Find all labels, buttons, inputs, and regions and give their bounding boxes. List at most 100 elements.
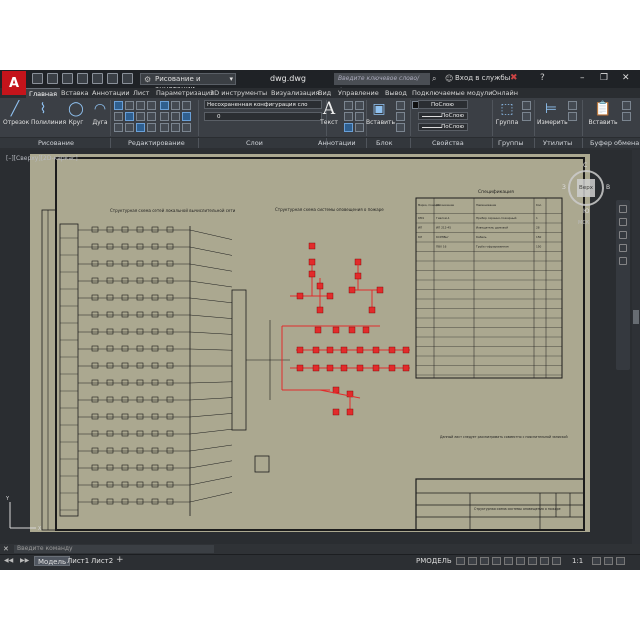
panel-clipboard[interactable]: Буфер обмена	[590, 139, 639, 147]
tab-view[interactable]: Вид	[318, 88, 331, 98]
orbit-icon[interactable]	[619, 244, 627, 252]
ungroup-icon[interactable]	[522, 101, 531, 110]
copy-clip-icon[interactable]	[622, 112, 631, 121]
panel-groups[interactable]: Группы	[498, 139, 524, 147]
osnap-icon[interactable]	[504, 557, 513, 565]
vertical-scrollbar[interactable]	[632, 150, 640, 544]
viewcube-top-face[interactable]: Верх	[577, 179, 595, 197]
close-button[interactable]: ✕	[622, 73, 630, 83]
layer-walk-icon[interactable]	[171, 123, 180, 132]
edit-block-icon[interactable]	[396, 112, 405, 121]
annotation-scale[interactable]: 1:1	[572, 557, 583, 565]
tab-output[interactable]: Вывод	[385, 88, 407, 98]
minimize-button[interactable]: –	[580, 73, 585, 83]
tab-online[interactable]: Онлайн	[492, 88, 518, 98]
layer-freeze-icon[interactable]	[160, 112, 169, 121]
dropdown-icon[interactable]	[355, 112, 364, 121]
group-button[interactable]: ⬚ Группа	[494, 100, 520, 126]
polar-icon[interactable]	[492, 557, 501, 565]
paste-button[interactable]: 📋 Вставить	[588, 100, 618, 126]
full-navigation-wheel-icon[interactable]	[619, 205, 627, 213]
offset-icon[interactable]	[147, 123, 156, 132]
move-icon[interactable]	[114, 101, 123, 110]
attribute-icon[interactable]	[396, 123, 405, 132]
panel-block[interactable]: Блок	[376, 139, 393, 147]
close-icon[interactable]: ✕	[3, 545, 9, 553]
mirror-icon[interactable]	[125, 112, 134, 121]
model-space-toggle[interactable]: РМОДЕЛЬ	[416, 557, 452, 565]
compass-west[interactable]: З	[562, 184, 566, 191]
layer-iso-icon[interactable]	[182, 101, 191, 110]
redo-icon[interactable]	[122, 73, 133, 84]
layer-current-icon[interactable]	[160, 123, 169, 132]
select-all-icon[interactable]	[568, 112, 577, 121]
panel-utilities[interactable]: Утилиты	[543, 139, 572, 147]
quick-select-icon[interactable]	[568, 101, 577, 110]
signin-link[interactable]: Вход в службы	[455, 74, 510, 82]
trim-icon[interactable]	[136, 101, 145, 110]
compass-south[interactable]: Ю	[583, 208, 589, 215]
snap-icon[interactable]	[468, 557, 477, 565]
circle-tool-button[interactable]: ◯ Круг	[64, 100, 88, 126]
tab-3d-tools[interactable]: 3D инструменты	[210, 88, 267, 98]
create-block-icon[interactable]	[396, 101, 405, 110]
annotation-visibility-icon[interactable]	[552, 557, 561, 565]
lineweight-icon[interactable]	[528, 557, 537, 565]
tab-addins[interactable]: Подключаемые модули	[412, 88, 492, 98]
rotate-icon[interactable]	[125, 101, 134, 110]
measure-button[interactable]: ⊨ Измерить	[537, 100, 568, 126]
search-icon[interactable]: ⌕	[432, 74, 436, 84]
dropdown-icon[interactable]	[355, 101, 364, 110]
table-icon[interactable]	[344, 123, 353, 132]
customize-icon[interactable]	[616, 557, 625, 565]
tab-manage[interactable]: Управление	[338, 88, 379, 98]
ortho-icon[interactable]	[480, 557, 489, 565]
panel-annotation[interactable]: Аннотации	[318, 139, 356, 147]
tab-annotate[interactable]: Аннотации	[92, 88, 130, 98]
dimension-icon[interactable]	[344, 101, 353, 110]
wcs-label[interactable]: МСК	[578, 220, 589, 226]
layer-lock-icon[interactable]	[171, 112, 180, 121]
exchange-icon[interactable]: ✖	[510, 73, 518, 83]
tab-sheet2[interactable]: Лист2	[88, 556, 116, 566]
workspace-switch-icon[interactable]	[592, 557, 601, 565]
copy-icon[interactable]	[114, 112, 123, 121]
zoom-icon[interactable]	[619, 231, 627, 239]
save-icon[interactable]	[62, 73, 73, 84]
layer-properties-icon[interactable]	[160, 101, 169, 110]
linetype-combo[interactable]: ПоСлою	[418, 123, 468, 131]
user-icon[interactable]: ☺	[445, 74, 453, 83]
grid-icon[interactable]	[456, 557, 465, 565]
compass-north[interactable]: С	[583, 162, 587, 169]
panel-draw[interactable]: Рисование	[38, 139, 74, 147]
line-tool-button[interactable]: ╱ Отрезок	[3, 100, 29, 126]
first-layout-icon[interactable]: ◀◀	[4, 557, 13, 564]
plot-icon[interactable]	[92, 73, 103, 84]
cut-icon[interactable]	[622, 101, 631, 110]
arc-tool-button[interactable]: ◠ Дуга	[88, 100, 112, 126]
next-layout-icon[interactable]: ▶▶	[20, 557, 29, 564]
open-icon[interactable]	[47, 73, 58, 84]
help-icon[interactable]: ?	[540, 73, 545, 83]
layer-merge-icon[interactable]	[182, 123, 191, 132]
stretch-icon[interactable]	[114, 123, 123, 132]
group-edit-icon[interactable]	[522, 112, 531, 121]
scrollbar-thumb[interactable]	[633, 310, 639, 324]
workspace-selector[interactable]: ⚙ Рисование и аннотации ▾	[140, 73, 236, 93]
dropdown-icon[interactable]	[147, 101, 156, 110]
showmotion-icon[interactable]	[619, 257, 627, 265]
tab-home[interactable]: Главная	[26, 88, 61, 98]
transparency-icon[interactable]	[540, 557, 549, 565]
panel-modify[interactable]: Редактирование	[128, 139, 185, 147]
fillet-icon[interactable]	[136, 112, 145, 121]
isolate-objects-icon[interactable]	[604, 557, 613, 565]
lineweight-combo[interactable]: ПоСлою	[418, 112, 468, 120]
explode-icon[interactable]	[147, 112, 156, 121]
text-tool-button[interactable]: A Текст	[318, 100, 340, 126]
dropdown-icon[interactable]	[355, 123, 364, 132]
scale-icon[interactable]	[125, 123, 134, 132]
tab-insert[interactable]: Вставка	[61, 88, 89, 98]
otrack-icon[interactable]	[516, 557, 525, 565]
drawing-canvas[interactable]: Структурная схема сетей локальной вычисл…	[0, 150, 632, 544]
drawing-area[interactable]: Структурная схема сетей локальной вычисл…	[0, 150, 640, 544]
